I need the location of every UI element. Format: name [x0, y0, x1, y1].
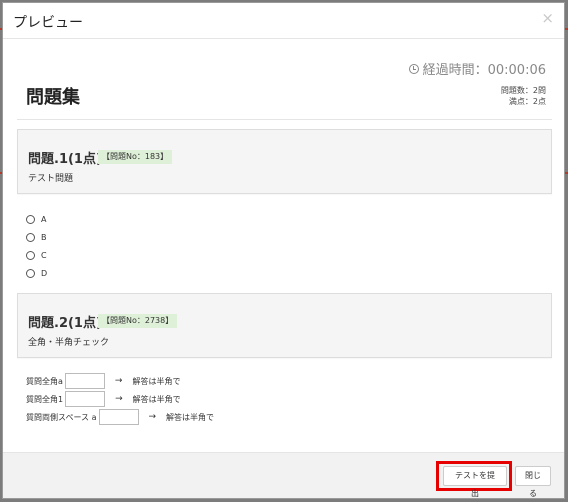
arrow-icon: →	[148, 412, 157, 422]
answer-option-a[interactable]: A	[26, 213, 46, 225]
question-heading: 問題.1(1点)	[28, 152, 102, 167]
answer-option-c[interactable]: C	[26, 249, 47, 261]
arrow-icon: →	[114, 376, 123, 386]
question-number-badge: 【問題No：183】	[98, 150, 173, 164]
modal-footer: テストを提出 閉じる	[3, 452, 564, 498]
question-prefix: 質問両側スペース a	[26, 412, 97, 422]
radio-button[interactable]	[26, 250, 35, 260]
elapsed-timer: 経過時間：00:00:06	[408, 59, 546, 78]
radio-button[interactable]	[26, 268, 35, 278]
answer-hint: 解答は半角で	[132, 376, 181, 386]
modal-header: プレビュー ×	[3, 3, 564, 39]
option-label: C	[41, 250, 47, 260]
answer-input[interactable]	[65, 391, 106, 407]
submit-test-button[interactable]: テストを提出	[443, 466, 507, 498]
arrow-icon: →	[115, 394, 123, 404]
page-title: 問題集	[26, 87, 80, 108]
fill-in-row-2: 質問全角1 → 解答は半角で	[26, 391, 181, 407]
question-number-badge: 【問題No：2738】	[98, 314, 178, 328]
answer-input[interactable]	[64, 373, 105, 389]
modal-title: プレビュー	[13, 15, 83, 31]
question-heading: 問題.2(1点)	[28, 316, 102, 331]
close-icon[interactable]: ×	[541, 9, 554, 27]
question-prefix: 質問全角1	[26, 394, 64, 404]
question-prefix: 質問全角a	[26, 376, 63, 386]
option-label: B	[41, 232, 47, 242]
answer-option-b[interactable]: B	[26, 231, 47, 243]
radio-button[interactable]	[26, 214, 35, 224]
option-label: A	[41, 214, 47, 224]
total-score: 満点：2点	[508, 97, 546, 106]
question-panel-1: 問題.1(1点) 【問題No：183】 テスト問題	[17, 129, 552, 194]
fill-in-row-3: 質問両側スペース a → 解答は半角で	[26, 409, 214, 425]
close-button[interactable]: 閉じる	[515, 466, 551, 498]
radio-button[interactable]	[26, 232, 35, 242]
question-count: 問題数：2問	[500, 86, 546, 95]
modal-body: 経過時間：00:00:06 問題集 問題数：2問 満点：2点 問題.1(1点) …	[3, 39, 564, 452]
fill-in-row-1: 質問全角a → 解答は半角で	[26, 373, 180, 389]
question-panel-2: 問題.2(1点) 【問題No：2738】 全角・半角チェック	[17, 293, 552, 358]
test-stats: 問題数：2問 満点：2点	[501, 85, 546, 107]
clock-icon	[408, 63, 419, 74]
answer-hint: 解答は半角で	[166, 412, 215, 422]
elapsed-time-label: 経過時間：00:00:06	[422, 63, 546, 78]
answer-input[interactable]	[98, 409, 139, 425]
question-text: 全角・半角チェック	[28, 338, 110, 348]
answer-option-d[interactable]: D	[26, 267, 47, 279]
question-text: テスト問題	[28, 174, 74, 184]
option-label: D	[41, 268, 48, 278]
preview-modal: プレビュー × 経過時間：00:00:06 問題集 問題数：2問 満点：2点 問…	[2, 2, 565, 499]
divider	[17, 119, 552, 120]
answer-hint: 解答は半角で	[132, 394, 181, 404]
